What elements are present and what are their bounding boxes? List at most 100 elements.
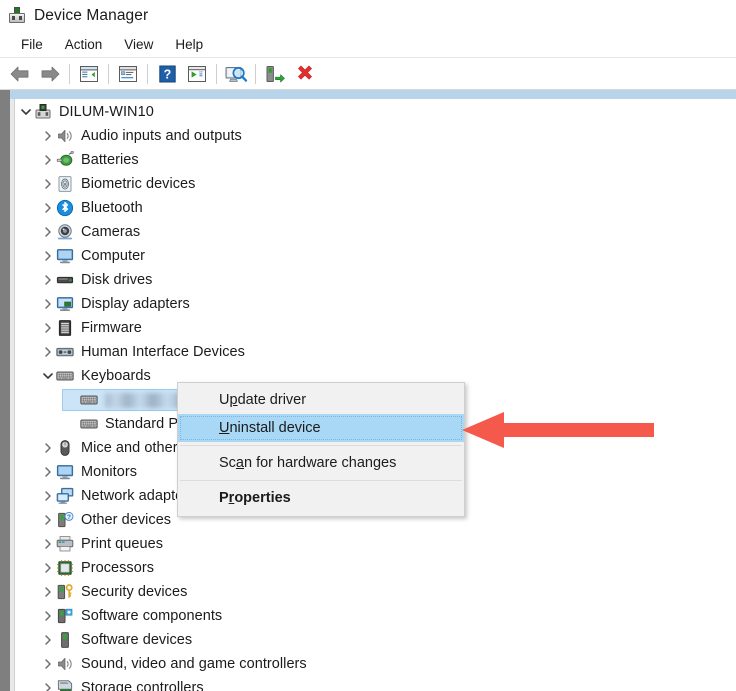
context-menu-item-scan-for-hardware-changes[interactable]: Scan for hardware changes (178, 449, 464, 477)
tree-item-label: Other devices (81, 512, 172, 528)
scan-for-hardware-changes-icon[interactable] (221, 61, 251, 87)
context-menu-separator (180, 445, 462, 446)
chevron-right-icon[interactable] (40, 484, 56, 508)
show-hide-console-tree-icon[interactable] (74, 61, 104, 87)
chevron-right-icon[interactable] (40, 292, 56, 316)
network-adapter-icon (56, 487, 74, 505)
firmware-chip-icon (56, 319, 74, 337)
title-bar: Device Manager (0, 0, 736, 31)
tree-item-sound-video-and-game-controllers[interactable]: Sound, video and game controllers (16, 652, 734, 676)
tree-item-label: Cameras (81, 224, 141, 240)
tree-root-node[interactable]: DILUM-WIN10 (16, 100, 734, 124)
chevron-right-icon[interactable] (40, 556, 56, 580)
tree-item-bluetooth[interactable]: Bluetooth (16, 196, 734, 220)
window-left-edge (0, 90, 10, 691)
enable-device-icon[interactable] (260, 61, 290, 87)
tree-item-disk-drives[interactable]: Disk drives (16, 268, 734, 292)
menu-item-view[interactable]: View (113, 34, 164, 55)
tree-item-audio-inputs-and-outputs[interactable]: Audio inputs and outputs (16, 124, 734, 148)
chevron-right-icon[interactable] (40, 508, 56, 532)
speaker-icon (56, 655, 74, 673)
tree-root-label: DILUM-WIN10 (59, 104, 154, 120)
device-context-menu[interactable]: Update driver Uninstall device Scan for ha… (177, 382, 465, 517)
uninstall-device-icon[interactable] (290, 61, 320, 87)
hid-icon (56, 343, 74, 361)
context-menu-item-uninstall-device[interactable]: Uninstall device (178, 414, 464, 442)
tree-item-software-devices[interactable]: Software devices (16, 628, 734, 652)
chevron-right-icon[interactable] (40, 172, 56, 196)
chevron-right-icon[interactable] (40, 460, 56, 484)
menu-item-help[interactable]: Help (164, 34, 214, 55)
tree-item-label: Keyboards (81, 368, 151, 384)
chevron-right-icon[interactable] (40, 604, 56, 628)
chevron-right-icon[interactable] (40, 244, 56, 268)
tree-item-label: Batteries (81, 152, 139, 168)
toolbar-separator (69, 63, 70, 84)
tree-item-batteries[interactable]: Batteries (16, 148, 734, 172)
toolbar: ? (0, 58, 736, 90)
keyboard-device-icon (80, 391, 98, 409)
tree-item-software-components[interactable]: Software components (16, 604, 734, 628)
window-title: Device Manager (34, 6, 149, 24)
storage-controller-icon (56, 679, 74, 691)
chevron-right-icon[interactable] (40, 340, 56, 364)
computer-root-icon (34, 103, 52, 121)
back-icon[interactable] (5, 61, 35, 87)
chevron-right-icon[interactable] (40, 676, 56, 691)
software-component-icon (56, 607, 74, 625)
menu-item-file[interactable]: File (10, 34, 54, 55)
forward-icon[interactable] (35, 61, 65, 87)
context-menu-item-label: Update driver (219, 392, 307, 408)
chevron-right-icon[interactable] (40, 652, 56, 676)
context-menu-item-label: Scan for hardware changes (219, 455, 397, 471)
device-manager-window: Device Manager File Action View Help ? D… (0, 0, 736, 691)
tree-item-label: Print queues (81, 536, 164, 552)
chevron-down-icon[interactable] (18, 100, 34, 124)
context-menu-separator (180, 480, 462, 481)
monitor-icon (56, 463, 74, 481)
device-manager-icon (8, 6, 26, 25)
help-icon[interactable]: ? (152, 61, 182, 87)
tree-item-processors[interactable]: Processors (16, 556, 734, 580)
chevron-right-icon[interactable] (40, 532, 56, 556)
tree-item-firmware[interactable]: Firmware (16, 316, 734, 340)
unknown-device-icon: ? (56, 511, 74, 529)
monitor-icon (56, 247, 74, 265)
tree-item-print-queues[interactable]: Print queues (16, 532, 734, 556)
tree-item-label: Display adapters (81, 296, 190, 312)
chevron-right-icon[interactable] (40, 436, 56, 460)
chevron-right-icon[interactable] (40, 148, 56, 172)
display-adapter-icon (56, 295, 74, 313)
chevron-right-icon[interactable] (40, 220, 56, 244)
mouse-icon (56, 439, 74, 457)
tree-item-label: Sound, video and game controllers (81, 656, 307, 672)
chevron-right-icon[interactable] (40, 580, 56, 604)
properties-icon[interactable] (113, 61, 143, 87)
chevron-right-icon[interactable] (40, 196, 56, 220)
chevron-right-icon[interactable] (40, 628, 56, 652)
tree-item-label: Software devices (81, 632, 193, 648)
battery-icon (56, 151, 74, 169)
chevron-right-icon[interactable] (40, 316, 56, 340)
tree-item-display-adapters[interactable]: Display adapters (16, 292, 734, 316)
context-menu-item-update-driver[interactable]: Update driver (178, 386, 464, 414)
chevron-right-icon[interactable] (40, 268, 56, 292)
tree-item-security-devices[interactable]: Security devices (16, 580, 734, 604)
tree-item-label: Bluetooth (81, 200, 143, 216)
tree-item-cameras[interactable]: Cameras (16, 220, 734, 244)
fingerprint-icon (56, 175, 74, 193)
chevron-right-icon[interactable] (40, 124, 56, 148)
menu-bar: File Action View Help (0, 31, 736, 58)
context-menu-item-properties[interactable]: Properties (178, 484, 464, 512)
speaker-icon (56, 127, 74, 145)
update-driver-icon[interactable] (182, 61, 212, 87)
tree-item-computer[interactable]: Computer (16, 244, 734, 268)
tree-item-biometric-devices[interactable]: Biometric devices (16, 172, 734, 196)
tree-item-label: Computer (81, 248, 146, 264)
tree-item-human-interface-devices[interactable]: Human Interface Devices (16, 340, 734, 364)
menu-item-action[interactable]: Action (54, 34, 114, 55)
toolbar-separator (255, 63, 256, 84)
chevron-down-icon[interactable] (40, 364, 56, 388)
tree-item-storage-controllers[interactable]: Storage controllers (16, 676, 734, 691)
context-menu-item-label: Properties (219, 490, 291, 506)
